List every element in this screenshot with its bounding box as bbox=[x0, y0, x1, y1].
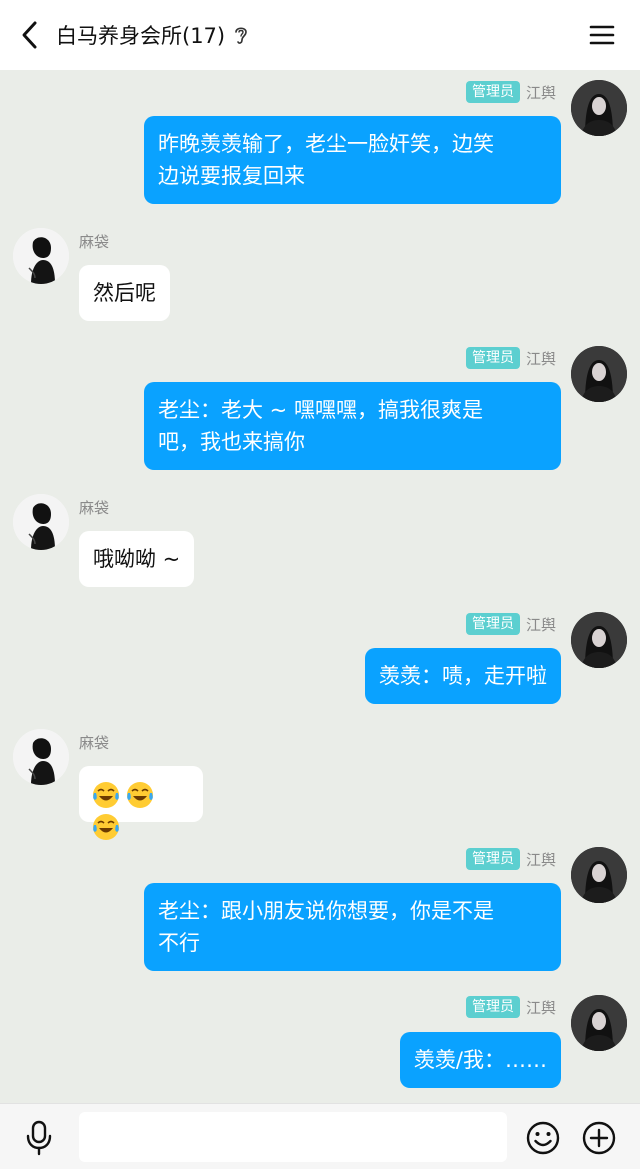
avatar[interactable] bbox=[13, 494, 69, 550]
message-bubble[interactable]: 老尘：跟小朋友说你想要，你是不是 不行 bbox=[144, 883, 561, 971]
admin-badge: 管理员 bbox=[465, 996, 520, 1018]
message-line: 吧，我也来搞你 bbox=[158, 430, 305, 454]
message-line: 不行 bbox=[158, 931, 200, 955]
sender-name: 麻袋 bbox=[79, 233, 110, 251]
admin-badge: 管理员 bbox=[465, 848, 520, 870]
avatar[interactable] bbox=[571, 995, 627, 1051]
microphone-icon bbox=[26, 1120, 52, 1156]
emoji-button[interactable] bbox=[525, 1120, 561, 1156]
message-input[interactable] bbox=[79, 1112, 507, 1162]
message-line: 老尘：老大 ~ 嘿嘿嘿，搞我很爽是 bbox=[158, 398, 483, 422]
sender-meta: 管理员 江舆 bbox=[465, 612, 556, 636]
message-bubble[interactable]: 羡羡/我：…… bbox=[399, 1032, 561, 1088]
group-title[interactable]: 白马养身会所(17) bbox=[56, 20, 225, 50]
message-line: 边说要报复回来 bbox=[158, 164, 305, 188]
sender-name: 江舆 bbox=[525, 83, 556, 102]
avatar[interactable] bbox=[571, 612, 627, 668]
message-bubble[interactable]: 羡羡：啧，走开啦 bbox=[365, 648, 561, 704]
sender-name: 江舆 bbox=[525, 850, 556, 869]
message-line: 羡羡：啧，走开啦 bbox=[379, 664, 547, 688]
tears-of-joy-icon bbox=[125, 780, 155, 810]
back-button[interactable] bbox=[12, 17, 48, 53]
chat-header: 白马养身会所(17) bbox=[0, 0, 640, 70]
voice-button[interactable] bbox=[22, 1120, 56, 1156]
tears-of-joy-icon bbox=[91, 812, 121, 842]
input-bar bbox=[0, 1103, 640, 1169]
message-line: 昨晚羡羡输了，老尘一脸奸笑，边笑 bbox=[158, 132, 494, 156]
menu-button[interactable] bbox=[586, 20, 618, 50]
avatar[interactable] bbox=[13, 729, 69, 785]
plus-circle-icon bbox=[582, 1121, 616, 1155]
admin-badge: 管理员 bbox=[465, 613, 520, 635]
title-wrap: 白马养身会所(17) bbox=[56, 0, 253, 70]
message-bubble[interactable]: 昨晚羡羡输了，老尘一脸奸笑，边笑 边说要报复回来 bbox=[144, 116, 561, 204]
sender-meta: 管理员 江舆 bbox=[465, 80, 556, 104]
menu-icon bbox=[589, 25, 615, 45]
chevron-left-icon bbox=[22, 21, 37, 49]
avatar[interactable] bbox=[571, 346, 627, 402]
message-bubble[interactable] bbox=[79, 766, 203, 840]
avatar[interactable] bbox=[13, 228, 69, 284]
tears-of-joy-icon bbox=[91, 780, 121, 810]
avatar[interactable] bbox=[571, 847, 627, 903]
more-button[interactable] bbox=[581, 1120, 617, 1156]
sender-name: 麻袋 bbox=[79, 734, 110, 752]
sender-name: 江舆 bbox=[525, 615, 556, 634]
sender-meta: 管理员 江舆 bbox=[465, 346, 556, 370]
sender-meta: 管理员 江舆 bbox=[465, 995, 556, 1019]
message-list[interactable]: 管理员 江舆 昨晚羡羡输了，老尘一脸奸笑，边笑 边说要报复回来 麻袋 然后呢 管… bbox=[0, 70, 640, 1103]
smiley-icon bbox=[526, 1121, 560, 1155]
message-line: 然后呢 bbox=[93, 281, 156, 305]
sender-name: 麻袋 bbox=[79, 499, 110, 517]
message-line: 羡羡/我：…… bbox=[413, 1048, 547, 1072]
sender-meta: 管理员 江舆 bbox=[465, 847, 556, 871]
message-bubble[interactable]: 哦呦呦 ~ bbox=[79, 531, 195, 587]
admin-badge: 管理员 bbox=[465, 347, 520, 369]
sender-name: 江舆 bbox=[525, 349, 556, 368]
avatar[interactable] bbox=[571, 80, 627, 136]
message-bubble[interactable]: 老尘：老大 ~ 嘿嘿嘿，搞我很爽是 吧，我也来搞你 bbox=[144, 382, 561, 470]
ear-icon bbox=[233, 24, 253, 46]
message-bubble[interactable]: 然后呢 bbox=[79, 265, 170, 321]
admin-badge: 管理员 bbox=[465, 81, 520, 103]
message-line: 老尘：跟小朋友说你想要，你是不是 bbox=[158, 899, 494, 923]
message-line: 哦呦呦 ~ bbox=[93, 547, 181, 571]
sender-name: 江舆 bbox=[525, 998, 556, 1017]
